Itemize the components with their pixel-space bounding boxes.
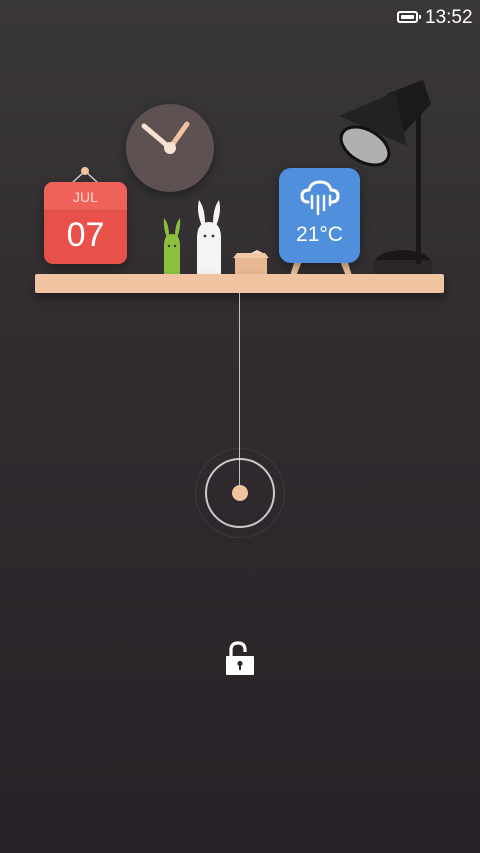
calendar-month: JUL xyxy=(73,189,98,205)
battery-tip xyxy=(419,15,421,19)
clock-widget[interactable] xyxy=(126,104,214,192)
shelf xyxy=(35,274,444,293)
rain-cloud-icon xyxy=(300,178,340,218)
small-box xyxy=(233,250,269,274)
calendar-day: 07 xyxy=(66,216,105,254)
weather-temperature: 21°C xyxy=(296,223,343,246)
green-bunny-figurine xyxy=(163,218,181,274)
battery-icon xyxy=(397,11,418,23)
weather-widget[interactable]: 21°C xyxy=(279,168,360,263)
unlock-icon[interactable] xyxy=(224,641,256,676)
status-time: 13:52 xyxy=(425,7,473,28)
clock-icon xyxy=(141,121,190,154)
white-bunny-figurine xyxy=(197,200,221,274)
battery-level-fill xyxy=(401,15,414,19)
calendar-widget[interactable]: JUL 07 xyxy=(44,182,127,264)
pull-knob-handle[interactable] xyxy=(232,485,248,501)
